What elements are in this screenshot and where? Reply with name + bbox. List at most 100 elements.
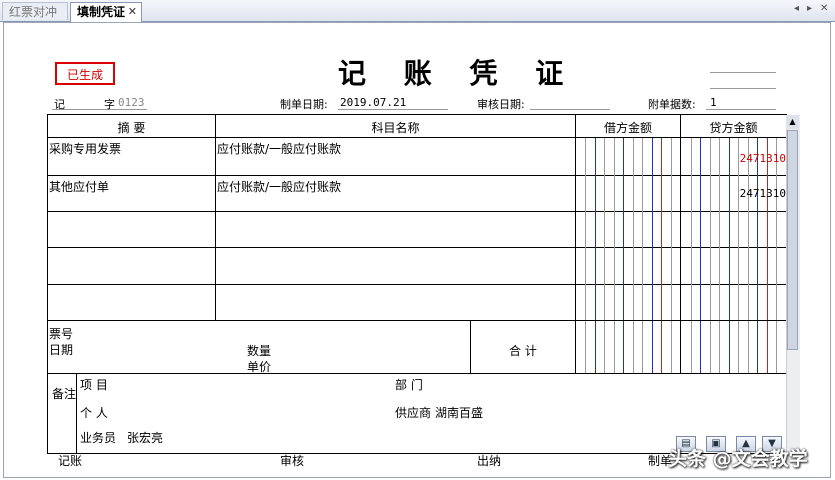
digit-column-line bbox=[623, 138, 624, 320]
close-tab-icon[interactable]: ✕ bbox=[128, 3, 137, 21]
scroll-left-icon[interactable]: ◂ bbox=[794, 3, 799, 14]
watermark: 头条 @文会教学 bbox=[668, 448, 808, 470]
underline bbox=[706, 109, 776, 110]
digit-column-line bbox=[661, 138, 662, 320]
digit-column-line bbox=[614, 321, 615, 373]
supplier-value[interactable]: 湖南百盛 bbox=[435, 404, 483, 421]
col-divider bbox=[76, 373, 77, 454]
digit-column-line bbox=[767, 138, 768, 320]
digit-column-line bbox=[700, 321, 701, 373]
attachment-count-field[interactable]: 1 bbox=[710, 96, 717, 109]
digit-column-line bbox=[738, 321, 739, 373]
salesperson-label: 业务员 bbox=[80, 431, 117, 445]
audit-date-label: 审核日期: bbox=[477, 98, 525, 111]
digit-column-line bbox=[604, 138, 605, 320]
row2-credit-amount[interactable]: 2471310 bbox=[700, 187, 786, 200]
person-label: 个 人 bbox=[80, 406, 108, 420]
digit-column-line bbox=[738, 138, 739, 320]
row1-credit-amount[interactable]: 2471310 bbox=[700, 152, 786, 165]
tab-label: 填制凭证 bbox=[77, 5, 126, 19]
auditor-label: 审核 bbox=[280, 454, 305, 468]
digit-column-line bbox=[710, 321, 711, 373]
digit-column-line bbox=[729, 138, 730, 320]
header-debit: 借方金额 bbox=[603, 121, 652, 135]
digit-column-line bbox=[671, 321, 672, 373]
digit-column-line bbox=[585, 321, 586, 373]
date-field[interactable]: 2019.07.21 bbox=[340, 96, 406, 109]
tab-fill-voucher[interactable]: 填制凭证 ✕ bbox=[70, 2, 142, 22]
header-account: 科目名称 bbox=[371, 121, 420, 135]
underline bbox=[530, 109, 610, 110]
voucher-number-field[interactable]: 0123 bbox=[118, 96, 145, 109]
remarks-label: 备注 bbox=[52, 387, 77, 401]
decor-line bbox=[710, 88, 776, 89]
scroll-right-icon[interactable]: ▸ bbox=[807, 3, 812, 14]
digit-column-line bbox=[642, 138, 643, 320]
digit-column-line bbox=[691, 321, 692, 373]
digit-column-line bbox=[595, 138, 596, 320]
digit-column-line bbox=[719, 321, 720, 373]
header-credit: 贷方金额 bbox=[709, 121, 758, 135]
bookkeeper-label: 记账 bbox=[58, 454, 83, 468]
close-icon[interactable]: ✕ bbox=[820, 3, 828, 14]
generated-stamp: 已生成 bbox=[55, 62, 115, 85]
col-divider bbox=[215, 114, 216, 320]
digit-column-line bbox=[661, 321, 662, 373]
project-label: 项 目 bbox=[80, 378, 108, 392]
col-divider bbox=[470, 320, 471, 373]
digit-column-line bbox=[652, 321, 653, 373]
row5-summary[interactable] bbox=[49, 287, 209, 317]
date-label: 制单日期: bbox=[280, 98, 328, 111]
digit-column-line bbox=[700, 138, 701, 320]
digit-column-line bbox=[614, 138, 615, 320]
debit-digit-grid bbox=[576, 138, 680, 320]
attachment-label: 附单据数: bbox=[648, 98, 696, 111]
digit-column-line bbox=[710, 138, 711, 320]
scroll-up-icon[interactable]: ▲ bbox=[786, 115, 799, 129]
supplier-label: 供应商 bbox=[395, 406, 432, 420]
tab-label: 红票对冲 bbox=[9, 5, 58, 19]
salesperson-value[interactable]: 张宏亮 bbox=[127, 429, 163, 446]
quantity-label: 数量 bbox=[247, 344, 272, 358]
digit-column-line bbox=[671, 138, 672, 320]
digit-column-line bbox=[585, 138, 586, 320]
digit-column-line bbox=[767, 321, 768, 373]
digit-column-line bbox=[595, 321, 596, 373]
digit-column-line bbox=[757, 138, 758, 320]
voucher-number-label: 字 bbox=[104, 98, 115, 111]
digit-column-line bbox=[633, 138, 634, 320]
digit-column-line bbox=[757, 321, 758, 373]
row2-account[interactable]: 应付账款/一般应付账款 bbox=[217, 178, 341, 195]
decor-line bbox=[710, 72, 776, 73]
digit-column-line bbox=[719, 138, 720, 320]
digit-column-line bbox=[691, 138, 692, 320]
digit-column-line bbox=[642, 321, 643, 373]
row1-summary[interactable]: 采购专用发票 bbox=[49, 140, 121, 157]
digit-column-line bbox=[652, 138, 653, 320]
credit-digit-grid bbox=[681, 138, 786, 320]
row2-summary[interactable]: 其他应付单 bbox=[49, 178, 109, 195]
ticket-no-label: 票号 bbox=[49, 327, 74, 341]
row-divider bbox=[47, 373, 787, 374]
debit-total-grid bbox=[576, 321, 680, 373]
row3-summary[interactable] bbox=[49, 214, 209, 244]
unit-price-label: 单价 bbox=[247, 360, 272, 374]
row1-account[interactable]: 应付账款/一般应付账款 bbox=[217, 140, 341, 157]
digit-column-line bbox=[748, 138, 749, 320]
detail-date-label: 日期 bbox=[49, 343, 74, 357]
header-summary: 摘 要 bbox=[117, 121, 146, 135]
underline bbox=[52, 109, 147, 110]
voucher-title: 记 账 凭 证 bbox=[338, 57, 578, 90]
underline bbox=[338, 109, 448, 110]
row4-summary[interactable] bbox=[49, 250, 209, 280]
cashier-label: 出纳 bbox=[477, 454, 502, 468]
digit-column-line bbox=[604, 321, 605, 373]
tab-red-reversal[interactable]: 红票对冲 bbox=[2, 2, 68, 20]
digit-column-line bbox=[776, 138, 777, 320]
total-label: 合 计 bbox=[509, 344, 537, 358]
scrollbar-thumb[interactable] bbox=[787, 130, 798, 350]
digit-column-line bbox=[729, 321, 730, 373]
digit-column-line bbox=[748, 321, 749, 373]
department-label: 部 门 bbox=[395, 378, 423, 392]
credit-total-grid bbox=[681, 321, 786, 373]
